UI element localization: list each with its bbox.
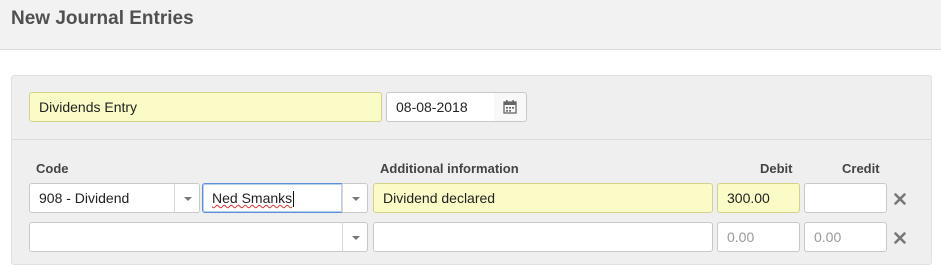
chevron-down-icon: [352, 236, 360, 240]
entry-description-value: Dividends Entry: [39, 99, 138, 115]
credit-input[interactable]: [804, 183, 887, 213]
journal-entry-panel: Dividends Entry 08-08-2018 Code Addition…: [11, 75, 932, 265]
contact-dropdown-button[interactable]: [342, 183, 368, 213]
debit-input[interactable]: 0.00: [717, 222, 800, 252]
code-dropdown-button[interactable]: [342, 222, 368, 252]
page-header: New Journal Entries: [0, 0, 941, 50]
chevron-down-icon: [184, 197, 192, 201]
code-select[interactable]: 908 - Dividend: [29, 183, 175, 213]
entry-date-value: 08-08-2018: [396, 99, 468, 115]
contact-value: Ned Smanks: [212, 190, 293, 206]
credit-input[interactable]: 0.00: [804, 222, 887, 252]
contact-input[interactable]: Ned Smanks: [202, 183, 343, 213]
code-value: 908 - Dividend: [39, 190, 130, 206]
column-additional-info-label: Additional information: [380, 161, 519, 176]
debit-value: 300.00: [727, 190, 770, 206]
debit-placeholder: 0.00: [727, 229, 755, 245]
chevron-down-icon: [352, 197, 360, 201]
column-code-label: Code: [36, 161, 69, 176]
debit-input[interactable]: 300.00: [717, 183, 800, 213]
text-cursor: [293, 191, 295, 208]
close-icon[interactable]: [892, 191, 908, 207]
page-title: New Journal Entries: [11, 8, 194, 29]
close-icon[interactable]: [892, 230, 908, 246]
date-picker-button[interactable]: [494, 92, 527, 122]
entry-description-input[interactable]: Dividends Entry: [29, 92, 382, 122]
additional-info-input[interactable]: Dividend declared: [373, 183, 713, 213]
code-select[interactable]: [29, 222, 343, 252]
additional-info-input[interactable]: [373, 222, 713, 252]
code-dropdown-button[interactable]: [174, 183, 200, 213]
entry-date-input[interactable]: 08-08-2018: [386, 92, 495, 122]
column-credit-label: Credit: [842, 161, 880, 176]
credit-placeholder: 0.00: [814, 229, 842, 245]
additional-info-value: Dividend declared: [383, 190, 496, 206]
calendar-icon: [503, 100, 517, 114]
column-debit-label: Debit: [760, 161, 793, 176]
panel-divider: [12, 139, 931, 140]
